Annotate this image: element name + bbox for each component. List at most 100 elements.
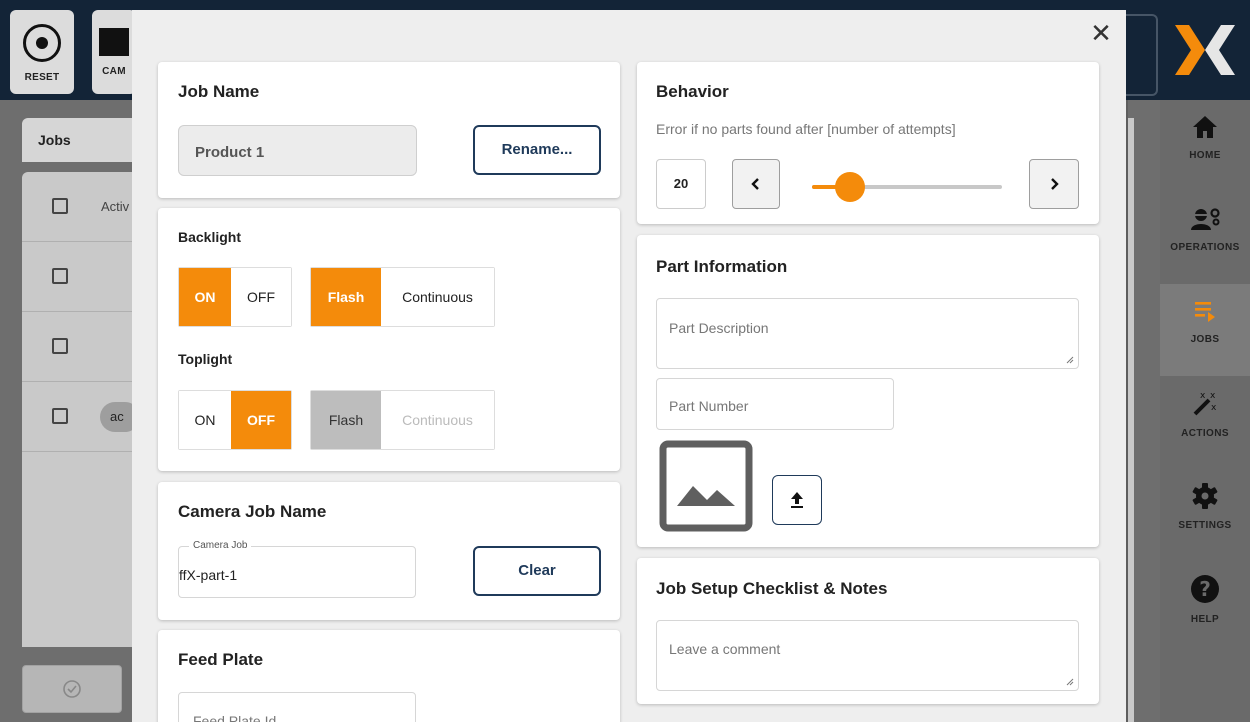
job-name-title: Job Name	[178, 82, 260, 101]
operations-icon	[1191, 208, 1220, 230]
row-checkbox[interactable]	[52, 268, 68, 284]
table-row[interactable]	[22, 242, 132, 312]
table-row[interactable]	[22, 312, 132, 382]
reset-icon	[23, 24, 61, 62]
select-all-checkbox[interactable]	[52, 198, 68, 214]
camera-job-field-label: Camera Job	[189, 540, 252, 551]
nav-label-home: HOME	[1189, 150, 1221, 161]
job-name-card: Job Name Product 1 Rename...	[158, 62, 620, 198]
camera-job-field[interactable]: Camera Job ffX-part-1	[178, 540, 416, 598]
nav-label-actions: ACTIONS	[1181, 428, 1229, 439]
backlight-power-toggle: ON OFF	[178, 267, 292, 327]
svg-text:?: ?	[1199, 577, 1211, 601]
toplight-power-toggle: ON OFF	[178, 390, 292, 450]
backlight-mode-toggle: Flash Continuous	[310, 267, 495, 327]
feed-plate-input[interactable]: Feed Plate Id	[178, 692, 416, 722]
jobs-icon	[1195, 302, 1215, 322]
table-header-row: Activ	[22, 172, 132, 242]
comment-placeholder: Leave a comment	[669, 641, 781, 657]
chevron-left-icon	[751, 178, 759, 190]
check-circle-icon	[63, 680, 81, 698]
part-description-placeholder: Part Description	[669, 320, 769, 336]
lights-card: Backlight ON OFF Flash Continuous Toplig…	[158, 208, 620, 471]
backlight-off-option[interactable]: OFF	[231, 268, 291, 326]
reset-button[interactable]: RESET	[10, 10, 74, 94]
nav-item-operations[interactable]: OPERATIONS	[1160, 192, 1250, 284]
resize-grip-icon[interactable]	[1066, 356, 1074, 364]
toplight-continuous-option: Continuous	[381, 391, 494, 449]
jobs-list: Activ ac	[22, 172, 140, 647]
toplight-on-option[interactable]: ON	[179, 391, 231, 449]
close-button[interactable]: ✕	[1087, 20, 1115, 48]
camera-job-title: Camera Job Name	[178, 502, 327, 521]
job-settings-modal: ✕ Job Name Product 1 Rename... Backlight…	[132, 10, 1126, 722]
toplight-off-option[interactable]: OFF	[231, 391, 291, 449]
nav-label-operations: OPERATIONS	[1170, 242, 1240, 253]
behavior-title: Behavior	[656, 82, 729, 101]
svg-text:x: x	[1210, 391, 1216, 401]
svg-text:x: x	[1211, 403, 1217, 413]
attempts-value[interactable]: 20	[656, 159, 706, 209]
nav-label-jobs: JOBS	[1190, 334, 1220, 345]
backlight-on-option[interactable]: ON	[179, 268, 231, 326]
camera-job-card: Camera Job Name Camera Job ffX-part-1 Cl…	[158, 482, 620, 620]
part-number-input[interactable]: Part Number	[656, 378, 894, 430]
checklist-title: Job Setup Checklist & Notes	[656, 579, 888, 598]
nav-sidebar: HOME OPERATIONS JOBS x x x ACTIONS SETTI…	[1160, 100, 1250, 722]
camera-job-value: ffX-part-1	[179, 567, 238, 583]
image-placeholder-icon	[659, 440, 753, 532]
jobs-tab[interactable]: Jobs	[22, 118, 132, 162]
content-right-edge	[1128, 100, 1162, 722]
feed-plate-placeholder: Feed Plate Id	[193, 713, 277, 722]
part-information-card: Part Information Part Description Part N…	[637, 235, 1099, 547]
backlight-title: Backlight	[178, 229, 242, 245]
brand-logo	[1160, 0, 1250, 100]
job-name-input[interactable]: Product 1	[178, 125, 417, 176]
logo-x-icon	[1175, 25, 1235, 75]
row-checkbox[interactable]	[52, 338, 68, 354]
comment-input[interactable]: Leave a comment	[656, 620, 1079, 691]
clear-button[interactable]: Clear	[473, 546, 601, 596]
row-checkbox[interactable]	[52, 408, 68, 424]
camera-button[interactable]: CAM	[92, 10, 136, 94]
part-description-input[interactable]: Part Description	[656, 298, 1079, 369]
feed-plate-title: Feed Plate	[178, 650, 264, 669]
nav-label-settings: SETTINGS	[1178, 520, 1232, 531]
camera-label: CAM	[102, 66, 126, 77]
actions-icon: x x x	[1193, 391, 1217, 416]
upload-image-button[interactable]	[772, 475, 822, 525]
toplight-title: Toplight	[178, 351, 233, 367]
settings-icon	[1192, 483, 1218, 509]
increment-button[interactable]	[1029, 159, 1079, 209]
backlight-flash-option[interactable]: Flash	[311, 268, 381, 326]
resize-grip-icon[interactable]	[1066, 678, 1074, 686]
feed-plate-card: Feed Plate Feed Plate Id	[158, 630, 620, 722]
help-icon: ?	[1191, 575, 1219, 603]
table-row[interactable]: ac	[22, 382, 140, 452]
part-number-placeholder: Part Number	[669, 398, 749, 414]
nav-item-jobs[interactable]: JOBS	[1160, 284, 1250, 376]
rename-button[interactable]: Rename...	[473, 125, 601, 175]
nav-item-help[interactable]: ? HELP	[1160, 560, 1250, 652]
backlight-continuous-option[interactable]: Continuous	[381, 268, 494, 326]
upload-icon	[791, 492, 803, 508]
reset-label: RESET	[24, 72, 60, 83]
checklist-card: Job Setup Checklist & Notes Leave a comm…	[637, 558, 1099, 704]
toplight-flash-option: Flash	[311, 391, 381, 449]
svg-text:x: x	[1200, 391, 1206, 401]
chevron-right-icon	[1051, 178, 1059, 190]
nav-item-home[interactable]: HOME	[1160, 100, 1250, 192]
attempts-slider-thumb[interactable]	[835, 172, 865, 202]
toolbar-field[interactable]	[1122, 14, 1158, 96]
confirm-button[interactable]	[22, 665, 122, 713]
column-header-active: Activ	[101, 199, 130, 214]
part-information-title: Part Information	[656, 257, 788, 276]
behavior-description: Error if no parts found after [number of…	[656, 121, 956, 137]
behavior-card: Behavior Error if no parts found after […	[637, 62, 1099, 224]
camera-icon	[99, 28, 129, 56]
nav-item-actions[interactable]: x x x ACTIONS	[1160, 376, 1250, 468]
decrement-button[interactable]	[732, 159, 780, 209]
home-icon	[1193, 116, 1217, 138]
nav-label-help: HELP	[1190, 614, 1220, 625]
nav-item-settings[interactable]: SETTINGS	[1160, 468, 1250, 560]
